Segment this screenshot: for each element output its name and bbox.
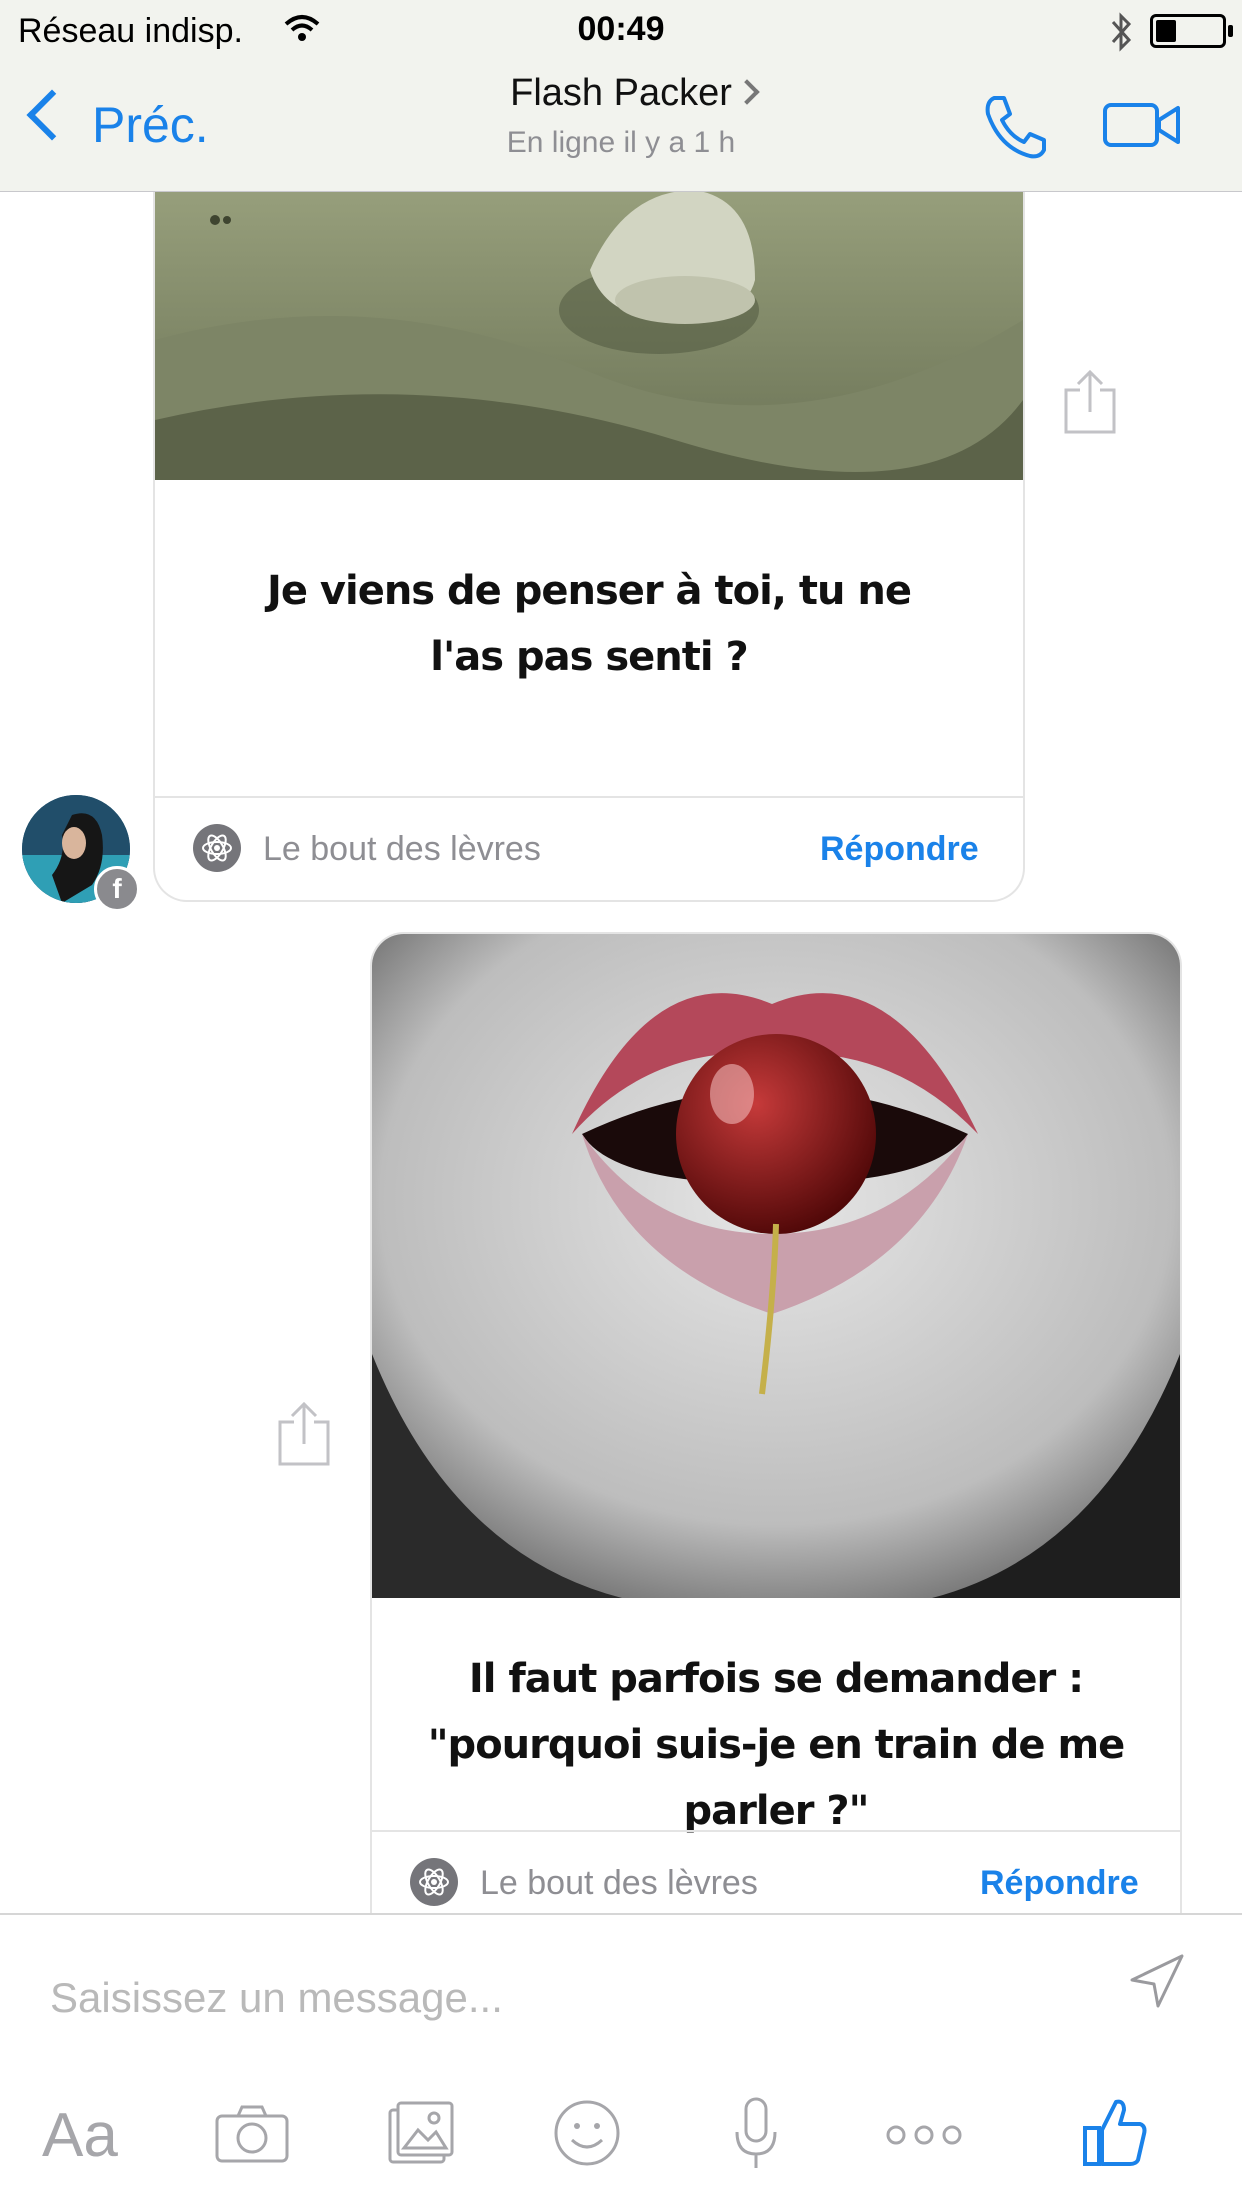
message-source[interactable]: Le bout des lèvres xyxy=(263,830,541,869)
share-icon[interactable] xyxy=(1062,368,1118,436)
microphone-icon[interactable] xyxy=(732,2096,780,2172)
message-source[interactable]: Le bout des lèvres xyxy=(480,1864,758,1903)
desert-teddy-image[interactable] xyxy=(155,170,1023,480)
atom-icon xyxy=(410,1858,458,1906)
status-time: 00:49 xyxy=(577,10,665,48)
photo-gallery-icon[interactable] xyxy=(386,2100,456,2166)
message-card-received[interactable]: Je viens de penser à toi, tu ne l'as pas… xyxy=(153,170,1025,902)
video-icon[interactable] xyxy=(1102,100,1182,150)
reply-button[interactable]: Répondre xyxy=(980,1864,1139,1903)
battery-icon xyxy=(1150,14,1233,48)
bluetooth-icon xyxy=(1111,12,1132,52)
contact-name[interactable]: Flash Packer xyxy=(0,72,1242,115)
more-icon[interactable] xyxy=(884,2120,964,2150)
reply-button[interactable]: Répondre xyxy=(820,830,979,869)
header-bar: Réseau indisp. 00:49 Préc. Flash Packer … xyxy=(0,0,1242,192)
message-caption: Il faut parfois se demander : "pourquoi … xyxy=(427,1656,1126,1834)
message-card-sent[interactable]: Il faut parfois se demander : "pourquoi … xyxy=(370,932,1182,1934)
message-footer: Le bout des lèvres Répondre xyxy=(155,796,1023,900)
contact-status: En ligne il y a 1 h xyxy=(506,126,736,159)
message-input[interactable] xyxy=(48,1962,1102,2034)
share-icon[interactable] xyxy=(276,1400,332,1468)
emoji-icon[interactable] xyxy=(552,2098,622,2168)
camera-icon[interactable] xyxy=(214,2104,290,2164)
atom-icon xyxy=(193,824,241,872)
facebook-badge-icon: f xyxy=(94,866,140,912)
font-size-button[interactable]: Aa xyxy=(42,2100,118,2171)
like-icon[interactable] xyxy=(1082,2096,1148,2168)
send-icon[interactable] xyxy=(1128,1952,1186,2010)
message-caption: Je viens de penser à toi, tu ne l'as pas… xyxy=(266,568,912,680)
lips-cherry-image[interactable] xyxy=(372,934,1180,1598)
phone-icon[interactable] xyxy=(980,92,1050,162)
